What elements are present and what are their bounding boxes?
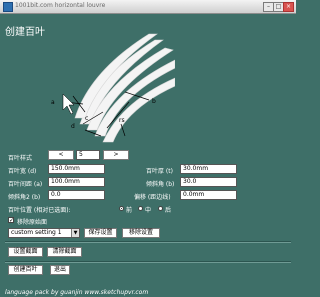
exit-button[interactable]: 退出 <box>50 265 70 275</box>
thickness-label: 百叶厚 (t) <box>146 168 173 175</box>
delete-setting-button[interactable]: 移除设置 <box>122 228 160 238</box>
footer-credit: language pack by guanjin www.sketchupvr.… <box>5 289 149 296</box>
clear-section-button[interactable]: 清除截面 <box>47 247 82 257</box>
offset-label: 偏移 (距边线) <box>134 194 171 201</box>
divider <box>5 261 291 263</box>
prev-type-button[interactable]: < <box>48 150 74 160</box>
remove-base-label: 移除原始面 <box>17 219 48 226</box>
close-icon[interactable]: × <box>283 2 294 12</box>
window-title: 1001bit.com horizontal louvre <box>15 2 106 9</box>
thickness-input[interactable]: 30.0mm <box>180 164 237 174</box>
divider <box>5 241 291 243</box>
position-label: 百叶位置 (相对已选面): <box>8 207 71 214</box>
angle-label: 倾斜角 (b) <box>146 181 175 188</box>
tilt2-label: 倾斜角2 (b) <box>8 194 41 201</box>
position-back-radio[interactable] <box>158 206 163 211</box>
label-b: b <box>152 98 156 105</box>
offset-input[interactable]: 0.0mm <box>180 190 237 200</box>
label-c: c <box>85 115 88 122</box>
label-rs: rs <box>119 117 125 124</box>
preset-value: custom setting 1 <box>11 229 62 236</box>
spacing-label: 百叶间距 (a) <box>8 181 43 188</box>
position-middle-label: 中 <box>145 207 152 214</box>
width-input[interactable]: 150.0mm <box>48 164 105 174</box>
app-icon <box>3 2 13 12</box>
chevron-down-icon[interactable]: ▼ <box>71 229 79 237</box>
next-type-button[interactable]: > <box>103 150 129 160</box>
cursor-icon <box>62 93 75 115</box>
louvre-diagram: a b d c rs <box>51 33 175 143</box>
type-value: 5 <box>76 150 100 160</box>
angle-input[interactable]: 30.0 <box>180 177 237 187</box>
tilt2-input[interactable]: 0.0 <box>48 190 105 200</box>
preset-select[interactable]: custom setting 1 ▼ <box>8 228 80 238</box>
type-label: 百叶样式 <box>8 155 33 162</box>
page-title: 创建百叶 <box>5 27 45 38</box>
spacing-input[interactable]: 100.0mm <box>48 177 105 187</box>
position-front-radio[interactable] <box>119 206 124 211</box>
label-a: a <box>51 99 55 106</box>
position-middle-radio[interactable] <box>138 206 143 211</box>
window-title-bar: 1001bit.com horizontal louvre – □ × <box>0 0 296 14</box>
save-setting-button[interactable]: 保存设置 <box>84 228 117 238</box>
position-back-label: 后 <box>165 207 172 214</box>
position-front-label: 前 <box>126 207 133 214</box>
create-louvre-button[interactable]: 创建百叶 <box>8 265 43 275</box>
width-label: 百叶宽 (d) <box>8 168 37 175</box>
remove-base-checkbox[interactable]: ✓ <box>8 217 14 224</box>
label-d: d <box>71 123 75 130</box>
set-section-button[interactable]: 设置截面 <box>8 247 43 257</box>
